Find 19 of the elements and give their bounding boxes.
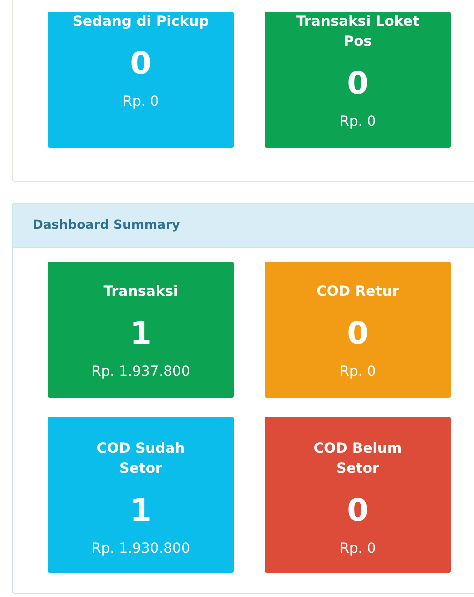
- tile-count: 1: [130, 316, 152, 352]
- tile-title: Transaksi Loket Pos: [295, 13, 421, 52]
- tile-title: COD Retur: [316, 282, 400, 302]
- tile-amount: Rp. 0: [340, 113, 376, 132]
- tile-title: COD Belum Setor: [312, 440, 404, 479]
- tile-amount: Rp. 0: [340, 362, 376, 382]
- tile-count: 0: [347, 316, 369, 352]
- tile-title: Sedang di Pickup: [72, 13, 210, 32]
- tile-count: 0: [130, 46, 152, 82]
- tile-amount: Rp. 0: [122, 93, 160, 112]
- tile-title: COD Sudah Setor: [96, 440, 186, 479]
- tile-count: 0: [347, 66, 369, 102]
- tile-amount: Rp. 0: [340, 540, 376, 559]
- tile-amount: Rp. 1.930.800: [92, 540, 190, 559]
- panel-title: Dashboard Summary: [13, 204, 474, 248]
- tile-amount: Rp. 1.937.800: [92, 362, 190, 382]
- tile-title: Transaksi: [104, 282, 178, 302]
- tile-count: 0: [347, 492, 369, 529]
- tile-count: 1: [130, 492, 152, 529]
